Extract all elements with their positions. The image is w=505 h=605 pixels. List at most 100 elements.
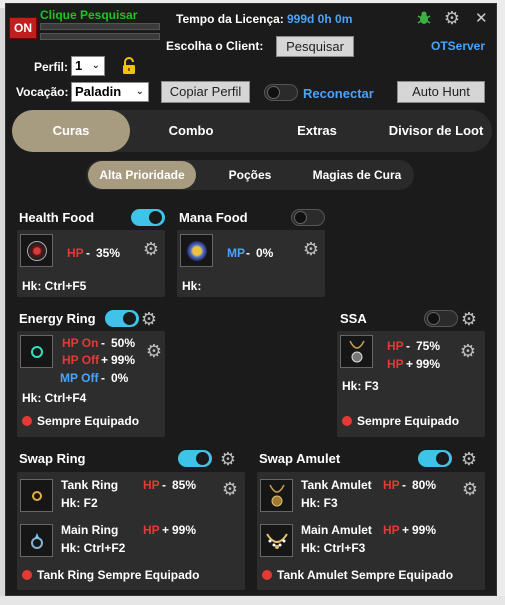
ssa-value-2: 99% <box>416 357 441 371</box>
license-label: Tempo da Licença: <box>176 12 284 26</box>
mana-food-slot[interactable] <box>180 234 213 267</box>
swap-ring-toggle[interactable] <box>178 450 212 467</box>
health-food-slot[interactable] <box>20 234 53 267</box>
perfil-label: Perfil: <box>34 60 69 74</box>
gear-icon[interactable]: ⚙ <box>145 342 163 360</box>
tank-ring-cond: HP <box>143 478 160 492</box>
ssa-cond-1: HP <box>387 339 404 353</box>
gear-icon[interactable]: ⚙ <box>459 342 477 360</box>
main-ring-op: + <box>162 523 170 537</box>
main-ring-name: Main Ring <box>61 523 119 537</box>
vocacao-select[interactable]: Paladin ⌄ <box>71 82 149 102</box>
tank-ring-name: Tank Ring <box>61 478 119 492</box>
chevron-down-icon: ⌄ <box>135 86 144 97</box>
energy-ring-hotkey: Hk: Ctrl+F4 <box>22 391 87 405</box>
tab-alta-prioridade[interactable]: Alta Prioridade <box>88 161 196 189</box>
tank-amulet-op: - <box>402 478 406 492</box>
gear-icon[interactable]: ⚙ <box>219 450 237 468</box>
energy-ring-title: Energy Ring <box>19 311 96 326</box>
script-name: Clique Pesquisar <box>40 8 138 22</box>
energy-hp-on-op: - <box>101 336 105 350</box>
main-amulet-value: 99% <box>412 523 437 537</box>
health-food-title: Health Food <box>19 210 95 225</box>
ssa-toggle[interactable] <box>424 310 458 327</box>
energy-ring-toggle[interactable] <box>105 310 139 327</box>
health-food-op: - <box>86 246 90 260</box>
bug-icon[interactable] <box>416 10 432 26</box>
gear-icon[interactable]: ⚙ <box>460 310 478 328</box>
on-off-button[interactable]: ON <box>9 17 37 39</box>
gear-icon[interactable]: ⚙ <box>302 240 320 258</box>
ssa-hotkey: Hk: F3 <box>342 379 379 393</box>
always-equipped-indicator[interactable] <box>342 416 352 426</box>
gear-icon[interactable]: ⚙ <box>460 450 478 468</box>
tab-extras[interactable]: Extras <box>262 110 372 152</box>
license-value: 999d 0h 0m <box>287 12 353 26</box>
close-icon[interactable]: ✕ <box>475 9 488 27</box>
amulet-icon <box>269 484 285 507</box>
mana-food-toggle[interactable] <box>291 209 325 226</box>
amulet-icon <box>266 533 288 549</box>
always-equipped-indicator[interactable] <box>262 570 272 580</box>
ssa-value-1: 75% <box>416 339 441 353</box>
tank-ring-hotkey: Hk: F2 <box>61 496 98 510</box>
ring-icon <box>31 533 43 549</box>
gear-icon[interactable]: ⚙ <box>140 310 158 328</box>
swap-amulet-toggle[interactable] <box>418 450 452 467</box>
ssa-title: SSA <box>340 311 367 326</box>
health-food-hotkey: Hk: Ctrl+F5 <box>22 279 87 293</box>
main-amulet-op: + <box>402 523 410 537</box>
perfil-value: 1 <box>75 58 83 73</box>
always-equipped-indicator[interactable] <box>22 570 32 580</box>
copy-profile-button[interactable]: Copiar Perfil <box>161 81 250 103</box>
energy-mp-off-value: 0% <box>111 371 129 385</box>
energy-hp-off-value: 99% <box>111 353 136 367</box>
main-ring-slot[interactable] <box>20 524 53 557</box>
swap-ring-title: Swap Ring <box>19 451 86 466</box>
client-label: Escolha o Client: <box>166 39 264 53</box>
sub-tab-bar: Alta Prioridade Poções Magias de Cura <box>86 160 414 190</box>
main-ring-hotkey: Hk: Ctrl+F2 <box>61 541 126 555</box>
health-food-toggle[interactable] <box>131 209 165 226</box>
tab-combo[interactable]: Combo <box>136 110 246 152</box>
tab-curas[interactable]: Curas <box>12 110 130 152</box>
swap-amulet-title: Swap Amulet <box>259 451 341 466</box>
tank-ring-op: - <box>162 478 166 492</box>
auto-hunt-button[interactable]: Auto Hunt <box>397 81 485 103</box>
gear-icon[interactable]: ⚙ <box>221 480 239 498</box>
tank-ring-slot[interactable] <box>20 479 53 512</box>
lock-icon[interactable] <box>121 57 137 75</box>
tab-pocoes[interactable]: Poções <box>200 161 300 189</box>
server-name: OTServer <box>431 39 486 53</box>
mana-food-cond: MP <box>227 246 245 260</box>
food-icon <box>27 241 47 261</box>
main-tab-bar: Curas Combo Extras Divisor de Loot <box>12 110 492 152</box>
health-food-cond: HP <box>67 246 84 260</box>
reconnect-toggle[interactable] <box>264 84 298 101</box>
main-amulet-slot[interactable] <box>260 524 293 557</box>
tank-ring-value: 85% <box>172 478 197 492</box>
always-equipped-indicator[interactable] <box>22 416 32 426</box>
ssa-op-1: - <box>406 339 410 353</box>
tank-amulet-cond: HP <box>383 478 400 492</box>
mana-food-op: - <box>246 246 250 260</box>
tank-amulet-slot[interactable] <box>260 479 293 512</box>
energy-ring-slot[interactable] <box>20 335 53 368</box>
progress-bar-top <box>40 23 160 30</box>
ring-icon <box>32 491 42 501</box>
vocacao-value: Paladin <box>75 84 122 99</box>
tab-magias-de-cura[interactable]: Magias de Cura <box>302 161 412 189</box>
main-ring-cond: HP <box>143 523 160 537</box>
reconnect-label: Reconectar <box>303 86 374 101</box>
health-food-value: 35% <box>96 246 121 260</box>
ssa-slot[interactable] <box>340 335 373 368</box>
vocacao-label: Vocação: <box>16 85 69 99</box>
perfil-select[interactable]: 1 ⌄ <box>71 56 105 76</box>
gear-icon[interactable]: ⚙ <box>142 240 160 258</box>
search-client-button[interactable]: Pesquisar <box>276 36 354 57</box>
mana-food-card: MP - 0% ⚙ Hk: <box>177 230 325 297</box>
gear-icon[interactable]: ⚙ <box>461 480 479 498</box>
energy-ring-always: Sempre Equipado <box>37 414 140 428</box>
tab-divisor-de-loot[interactable]: Divisor de Loot <box>380 110 492 152</box>
gear-icon[interactable]: ⚙ <box>443 9 461 27</box>
